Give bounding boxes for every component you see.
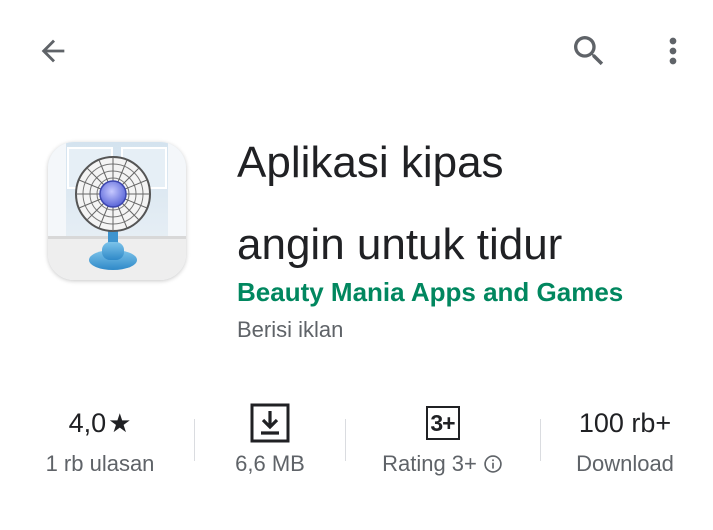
stat-divider [194,419,195,461]
rating-stat[interactable]: 4,0 ★ 1 rb ulasan [20,395,180,485]
star-icon: ★ [108,407,132,438]
app-title: Aplikasi kipas angin untuk tidur [237,138,697,269]
more-vert-icon [669,37,677,65]
desk-fan-app-icon [48,142,186,280]
stat-divider [345,419,346,461]
top-app-bar [0,0,713,100]
search-icon [574,36,604,66]
app-stats-row: 4,0 ★ 1 rb ulasan 6,6 MB 3+ Rating 3+ 10… [0,395,713,485]
reviews-count: 1 rb ulasan [45,451,155,476]
app-title-line-2: angin untuk tidur [237,220,563,269]
downloads-label: Download [576,451,674,476]
downloads-value: 100 rb+ [578,407,672,438]
info-icon[interactable] [483,454,503,474]
rating-value: 4,0 [68,407,107,438]
downloads-stat: 100 rb+ Download [545,395,705,485]
size-stat: 6,6 MB [200,395,340,485]
content-rating-badge: 3+ [425,406,460,440]
download-icon [250,403,290,443]
arrow-back-icon [41,39,65,63]
back-button[interactable] [26,26,80,76]
app-icon[interactable] [48,142,186,280]
stat-divider [540,419,541,461]
search-button[interactable] [562,24,616,78]
developer-link[interactable]: Beauty Mania Apps and Games [237,276,697,308]
content-rating-stat[interactable]: 3+ Rating 3+ [355,395,530,485]
content-rating-label: Rating 3+ [382,451,477,476]
more-options-button[interactable] [650,24,696,78]
contains-ads-label: Berisi iklan [237,317,344,342]
app-size: 6,6 MB [235,451,305,476]
app-title-line-1: Aplikasi kipas [237,138,504,187]
